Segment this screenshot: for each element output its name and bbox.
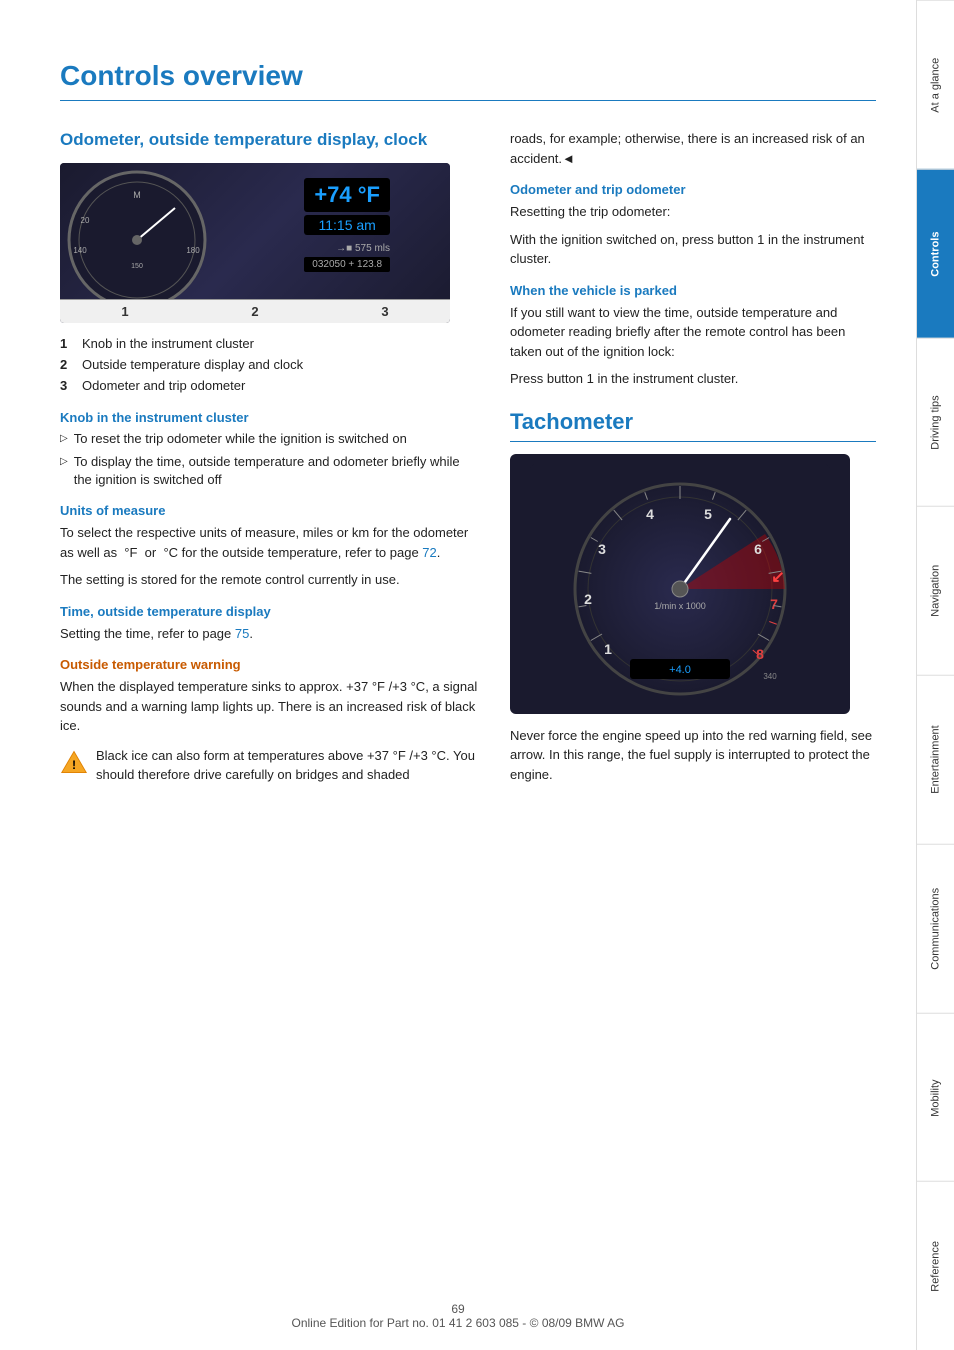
odometer-miles: 575 mls	[355, 243, 390, 254]
continued-text: roads, for example; otherwise, there is …	[510, 129, 876, 168]
main-content: Controls overview Odometer, outside temp…	[0, 0, 916, 1350]
page-title: Controls overview	[60, 60, 876, 101]
tachometer-image: 1 2 3 4 5 6 7 8	[510, 454, 850, 714]
svg-text:1: 1	[604, 641, 612, 657]
left-column: Odometer, outside temperature display, c…	[60, 129, 480, 1330]
time-link[interactable]: 75	[235, 626, 249, 641]
knob-bullet-1: To reset the trip odometer while the ign…	[60, 430, 480, 448]
temperature-display: +74 °F	[304, 178, 390, 212]
sidebar-item-entertainment[interactable]: Entertainment	[917, 675, 954, 844]
page-number: 69	[451, 1302, 464, 1316]
sidebar-item-mobility[interactable]: Mobility	[917, 1013, 954, 1182]
tachometer-heading: Tachometer	[510, 409, 876, 442]
right-column: roads, for example; otherwise, there is …	[510, 129, 876, 1330]
units-heading: Units of measure	[60, 503, 480, 518]
svg-text:!: !	[72, 758, 76, 772]
odometer-trip-display: 032050 + 123.8	[304, 257, 390, 272]
sidebar: At a glance Controls Driving tips Naviga…	[916, 0, 954, 1350]
image-label-1: 1 Knob in the instrument cluster	[60, 335, 480, 353]
svg-text:+4.0: +4.0	[669, 664, 691, 676]
units-text2: The setting is stored for the remote con…	[60, 570, 480, 590]
svg-text:3: 3	[598, 541, 606, 557]
cluster-num-1: 1	[121, 304, 128, 319]
cluster-num-2: 2	[251, 304, 258, 319]
speedometer-svg: M 20 140 150 180 150	[65, 168, 210, 313]
cluster-num-3: 3	[381, 304, 388, 319]
time-display-heading: Time, outside temperature display	[60, 604, 480, 619]
time-display-text: Setting the time, refer to page 75.	[60, 624, 480, 644]
page-footer: 69 Online Edition for Part no. 01 41 2 6…	[0, 1302, 916, 1330]
parked-instruction: Press button 1 in the instrument cluster…	[510, 369, 876, 389]
sidebar-item-reference[interactable]: Reference	[917, 1181, 954, 1350]
units-text: To select the respective units of measur…	[60, 523, 480, 562]
cluster-inner: M 20 140 150 180 150 +74 °F 11	[60, 163, 450, 323]
svg-text:1/min x 1000: 1/min x 1000	[654, 601, 706, 611]
svg-text:340: 340	[763, 672, 777, 681]
svg-text:6: 6	[754, 541, 762, 557]
svg-text:7: 7	[770, 596, 778, 612]
odometer-instruction: With the ignition switched on, press but…	[510, 230, 876, 269]
knob-section-heading: Knob in the instrument cluster	[60, 410, 480, 425]
tachometer-section: Tachometer	[510, 409, 876, 785]
cluster-image: M 20 140 150 180 150 +74 °F 11	[60, 163, 450, 323]
knob-bullet-2: To display the time, outside temperature…	[60, 453, 480, 489]
svg-text:4: 4	[646, 506, 654, 522]
parked-heading: When the vehicle is parked	[510, 283, 876, 298]
outside-temp-warning-heading: Outside temperature warning	[60, 657, 480, 672]
svg-text:20: 20	[81, 216, 90, 225]
svg-text:↙: ↙	[771, 569, 784, 586]
svg-text:150: 150	[131, 263, 143, 270]
odometer-heading: Odometer and trip odometer	[510, 182, 876, 197]
tachometer-svg: 1 2 3 4 5 6 7 8	[530, 464, 830, 704]
sidebar-item-driving-tips[interactable]: Driving tips	[917, 338, 954, 507]
cluster-label-bar: 1 2 3	[60, 299, 450, 323]
svg-text:180: 180	[186, 246, 200, 255]
svg-text:140: 140	[73, 246, 87, 255]
tachometer-description: Never force the engine speed up into the…	[510, 726, 876, 785]
two-column-layout: Odometer, outside temperature display, c…	[60, 129, 876, 1330]
knob-bullet-list: To reset the trip odometer while the ign…	[60, 430, 480, 490]
sidebar-item-communications[interactable]: Communications	[917, 844, 954, 1013]
sidebar-item-navigation[interactable]: Navigation	[917, 506, 954, 675]
outside-temp-warning-text: When the displayed temperature sinks to …	[60, 677, 480, 736]
sidebar-item-controls[interactable]: Controls	[917, 169, 954, 338]
parked-text: If you still want to view the time, outs…	[510, 303, 876, 362]
warning-box: ! Black ice can also form at temperature…	[60, 746, 480, 793]
image-labels-list: 1 Knob in the instrument cluster 2 Outsi…	[60, 335, 480, 396]
warning-box-text: Black ice can also form at temperatures …	[96, 746, 480, 785]
warning-triangle-icon: !	[60, 748, 88, 776]
svg-text:5: 5	[704, 506, 712, 522]
odometer-reset-text: Resetting the trip odometer:	[510, 202, 876, 222]
image-label-2: 2 Outside temperature display and clock	[60, 356, 480, 374]
center-display: +74 °F 11:15 am →■ 575 mls 032050 + 123.…	[304, 178, 390, 272]
image-label-3: 3 Odometer and trip odometer	[60, 377, 480, 395]
time-display: 11:15 am	[304, 215, 390, 235]
units-link[interactable]: 72	[422, 545, 436, 560]
svg-text:M: M	[133, 190, 141, 200]
footer-text: Online Edition for Part no. 01 41 2 603 …	[291, 1316, 624, 1330]
svg-text:2: 2	[584, 591, 592, 607]
odometer-section-heading: Odometer, outside temperature display, c…	[60, 129, 480, 151]
sidebar-item-at-a-glance[interactable]: At a glance	[917, 0, 954, 169]
